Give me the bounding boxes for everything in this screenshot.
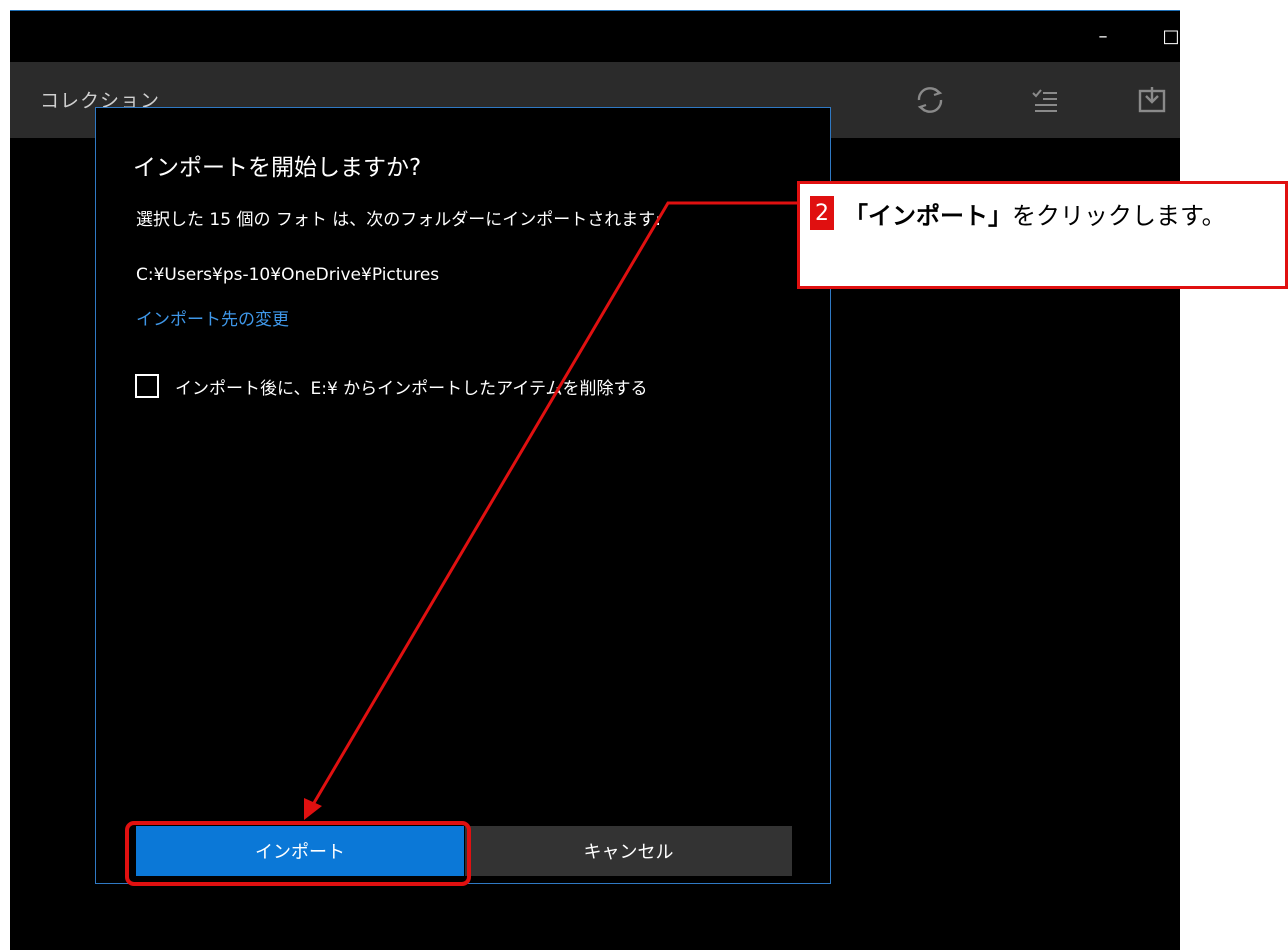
import-toolbar-button[interactable]: [1130, 80, 1174, 120]
instruction-rest: をクリックします。: [1012, 202, 1226, 230]
maximize-button[interactable]: □: [1148, 10, 1180, 62]
select-button[interactable]: [1023, 80, 1067, 120]
refresh-button[interactable]: [908, 80, 952, 120]
checkbox-label: インポート後に、E:¥ からインポートしたアイテムを削除する: [175, 378, 648, 399]
delete-after-import-checkbox[interactable]: [135, 374, 159, 398]
dialog-title: インポートを開始しますか?: [133, 155, 422, 181]
delete-after-import-option[interactable]: インポート後に、E:¥ からインポートしたアイテムを削除する: [135, 371, 647, 401]
dialog-message: 選択した 15 個の フォト は、次のフォルダーにインポートされます:: [136, 210, 661, 230]
select-list-icon: [1032, 89, 1057, 112]
minimize-button[interactable]: –: [1080, 10, 1126, 62]
instruction-text: 「インポート」をクリックします。: [844, 196, 1284, 236]
minimize-icon: –: [1098, 25, 1108, 47]
change-destination-link[interactable]: インポート先の変更: [136, 305, 289, 330]
import-dialog: インポートを開始しますか? 選択した 15 個の フォト は、次のフォルダーにイ…: [95, 107, 831, 884]
step-number-badge: 2: [810, 196, 834, 230]
instruction-callout: 2 「インポート」をクリックします。: [797, 181, 1288, 289]
title-bar: – □: [10, 10, 1180, 62]
import-icon: [1138, 87, 1166, 113]
cancel-button[interactable]: キャンセル: [465, 826, 792, 876]
import-button-highlight: [125, 821, 471, 886]
destination-path: C:¥Users¥ps-10¥OneDrive¥Pictures: [136, 265, 440, 285]
instruction-target-label: 「インポート」: [844, 202, 1012, 230]
refresh-icon: [917, 87, 943, 113]
window-top-border: [10, 10, 1180, 11]
maximize-icon: □: [1162, 25, 1180, 47]
